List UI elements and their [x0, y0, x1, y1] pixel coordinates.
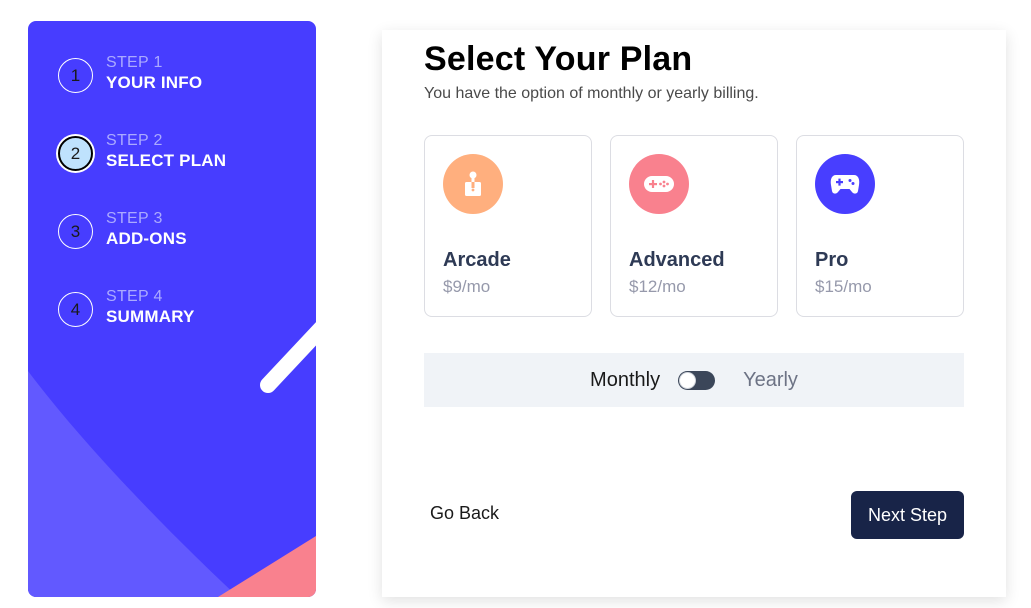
plan-price: $12/mo: [629, 277, 686, 296]
step-number: 4: [58, 292, 93, 327]
plan-name: Advanced: [629, 249, 725, 271]
billing-toggle[interactable]: [678, 370, 716, 390]
plan-name: Pro: [815, 249, 849, 271]
step-number: 3: [58, 214, 93, 249]
plan-card-advanced[interactable]: Advanced $12/mo: [610, 135, 778, 317]
step-list: 1 STEP 1 YOUR INFO 2 STEP 2 SELECT PLAN …: [58, 53, 226, 365]
step-label: STEP 1: [106, 54, 163, 71]
step-label: STEP 2: [106, 132, 163, 149]
step-label: STEP 4: [106, 288, 163, 305]
step-3[interactable]: 3 STEP 3 ADD-ONS: [58, 209, 226, 287]
billing-toggle-bar: Monthly Yearly: [424, 353, 964, 407]
step-title: SELECT PLAN: [106, 151, 227, 170]
plan-price: $9/mo: [443, 277, 491, 296]
step-4[interactable]: 4 STEP 4 SUMMARY: [58, 287, 226, 365]
step-title: ADD-ONS: [106, 229, 187, 248]
plan-form-card: Select Your Plan You have the option of …: [382, 30, 1006, 597]
step-2[interactable]: 2 STEP 2 SELECT PLAN: [58, 131, 226, 209]
plan-card-pro[interactable]: Pro $15/mo: [796, 135, 964, 317]
step-label: STEP 3: [106, 210, 163, 227]
next-step-button[interactable]: Next Step: [851, 491, 964, 539]
step-title: YOUR INFO: [106, 73, 203, 92]
billing-yearly-label[interactable]: Yearly: [743, 369, 798, 392]
step-1[interactable]: 1 STEP 1 YOUR INFO: [58, 53, 226, 131]
controller-icon: [815, 154, 875, 214]
step-number-active: 2: [58, 136, 93, 171]
plan-name: Arcade: [443, 249, 511, 271]
plan-price: $15/mo: [815, 277, 872, 296]
step-title: SUMMARY: [106, 307, 195, 326]
sidebar: 1 STEP 1 YOUR INFO 2 STEP 2 SELECT PLAN …: [28, 21, 316, 597]
page-subtitle: You have the option of monthly or yearly…: [424, 85, 759, 102]
arcade-joystick-icon: [443, 154, 503, 214]
gamepad-icon: [629, 154, 689, 214]
page-title: Select Your Plan: [424, 40, 693, 78]
go-back-button[interactable]: Go Back: [430, 503, 499, 524]
step-number: 1: [58, 58, 93, 93]
toggle-knob: [679, 371, 697, 389]
plan-options: Arcade $9/mo Advanced $12/mo Pro $15/mo: [424, 135, 964, 317]
plan-card-arcade[interactable]: Arcade $9/mo: [424, 135, 592, 317]
billing-monthly-label[interactable]: Monthly: [590, 369, 660, 392]
